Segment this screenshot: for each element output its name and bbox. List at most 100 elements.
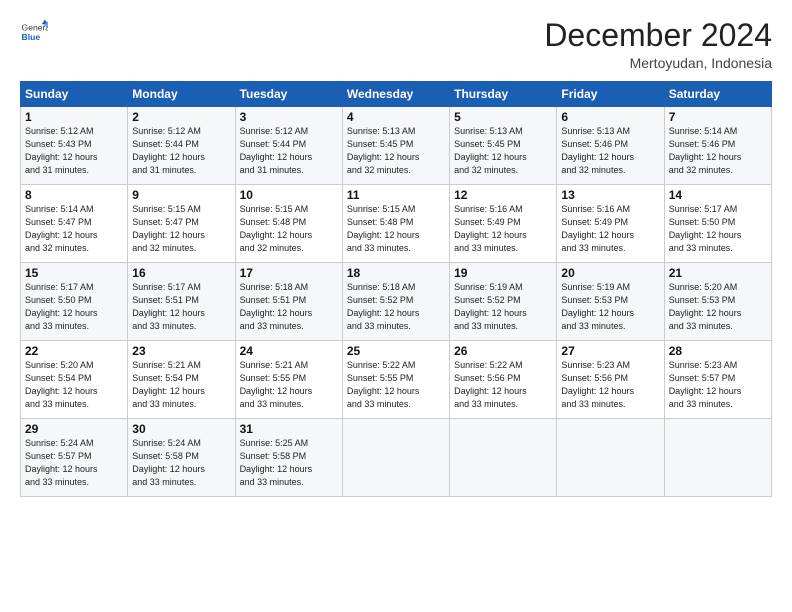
- day-cell: 24Sunrise: 5:21 AMSunset: 5:55 PMDayligh…: [235, 341, 342, 419]
- day-number: 23: [132, 344, 230, 358]
- day-info: Sunrise: 5:14 AMSunset: 5:46 PMDaylight:…: [669, 125, 767, 177]
- day-number: 28: [669, 344, 767, 358]
- day-cell: 23Sunrise: 5:21 AMSunset: 5:54 PMDayligh…: [128, 341, 235, 419]
- day-info: Sunrise: 5:13 AMSunset: 5:46 PMDaylight:…: [561, 125, 659, 177]
- calendar-table: SundayMondayTuesdayWednesdayThursdayFrid…: [20, 81, 772, 497]
- day-info: Sunrise: 5:14 AMSunset: 5:47 PMDaylight:…: [25, 203, 123, 255]
- day-number: 29: [25, 422, 123, 436]
- day-number: 31: [240, 422, 338, 436]
- day-cell: 11Sunrise: 5:15 AMSunset: 5:48 PMDayligh…: [342, 185, 449, 263]
- day-number: 17: [240, 266, 338, 280]
- day-info: Sunrise: 5:18 AMSunset: 5:51 PMDaylight:…: [240, 281, 338, 333]
- col-header-thursday: Thursday: [450, 82, 557, 107]
- day-info: Sunrise: 5:15 AMSunset: 5:47 PMDaylight:…: [132, 203, 230, 255]
- day-info: Sunrise: 5:20 AMSunset: 5:54 PMDaylight:…: [25, 359, 123, 411]
- day-number: 15: [25, 266, 123, 280]
- day-cell: 21Sunrise: 5:20 AMSunset: 5:53 PMDayligh…: [664, 263, 771, 341]
- day-cell: 20Sunrise: 5:19 AMSunset: 5:53 PMDayligh…: [557, 263, 664, 341]
- day-info: Sunrise: 5:16 AMSunset: 5:49 PMDaylight:…: [561, 203, 659, 255]
- week-row-1: 1Sunrise: 5:12 AMSunset: 5:43 PMDaylight…: [21, 107, 772, 185]
- week-row-4: 22Sunrise: 5:20 AMSunset: 5:54 PMDayligh…: [21, 341, 772, 419]
- day-info: Sunrise: 5:13 AMSunset: 5:45 PMDaylight:…: [454, 125, 552, 177]
- day-cell: [342, 419, 449, 497]
- day-cell: 15Sunrise: 5:17 AMSunset: 5:50 PMDayligh…: [21, 263, 128, 341]
- day-number: 5: [454, 110, 552, 124]
- col-header-friday: Friday: [557, 82, 664, 107]
- logo-icon: General Blue: [20, 18, 48, 46]
- week-row-3: 15Sunrise: 5:17 AMSunset: 5:50 PMDayligh…: [21, 263, 772, 341]
- day-info: Sunrise: 5:16 AMSunset: 5:49 PMDaylight:…: [454, 203, 552, 255]
- day-cell: 2Sunrise: 5:12 AMSunset: 5:44 PMDaylight…: [128, 107, 235, 185]
- week-row-5: 29Sunrise: 5:24 AMSunset: 5:57 PMDayligh…: [21, 419, 772, 497]
- day-cell: 25Sunrise: 5:22 AMSunset: 5:55 PMDayligh…: [342, 341, 449, 419]
- day-info: Sunrise: 5:23 AMSunset: 5:57 PMDaylight:…: [669, 359, 767, 411]
- day-cell: 19Sunrise: 5:19 AMSunset: 5:52 PMDayligh…: [450, 263, 557, 341]
- day-cell: 12Sunrise: 5:16 AMSunset: 5:49 PMDayligh…: [450, 185, 557, 263]
- day-info: Sunrise: 5:13 AMSunset: 5:45 PMDaylight:…: [347, 125, 445, 177]
- col-header-wednesday: Wednesday: [342, 82, 449, 107]
- day-number: 2: [132, 110, 230, 124]
- day-cell: 3Sunrise: 5:12 AMSunset: 5:44 PMDaylight…: [235, 107, 342, 185]
- day-number: 11: [347, 188, 445, 202]
- day-info: Sunrise: 5:23 AMSunset: 5:56 PMDaylight:…: [561, 359, 659, 411]
- day-info: Sunrise: 5:17 AMSunset: 5:51 PMDaylight:…: [132, 281, 230, 333]
- day-cell: 22Sunrise: 5:20 AMSunset: 5:54 PMDayligh…: [21, 341, 128, 419]
- day-info: Sunrise: 5:20 AMSunset: 5:53 PMDaylight:…: [669, 281, 767, 333]
- day-cell: 27Sunrise: 5:23 AMSunset: 5:56 PMDayligh…: [557, 341, 664, 419]
- day-number: 12: [454, 188, 552, 202]
- svg-text:Blue: Blue: [22, 32, 41, 42]
- day-number: 25: [347, 344, 445, 358]
- day-info: Sunrise: 5:15 AMSunset: 5:48 PMDaylight:…: [240, 203, 338, 255]
- day-number: 27: [561, 344, 659, 358]
- day-number: 26: [454, 344, 552, 358]
- day-info: Sunrise: 5:17 AMSunset: 5:50 PMDaylight:…: [669, 203, 767, 255]
- day-cell: [557, 419, 664, 497]
- day-number: 14: [669, 188, 767, 202]
- day-info: Sunrise: 5:22 AMSunset: 5:56 PMDaylight:…: [454, 359, 552, 411]
- day-cell: 1Sunrise: 5:12 AMSunset: 5:43 PMDaylight…: [21, 107, 128, 185]
- header: General Blue December 2024 Mertoyudan, I…: [20, 18, 772, 71]
- day-number: 4: [347, 110, 445, 124]
- day-cell: 14Sunrise: 5:17 AMSunset: 5:50 PMDayligh…: [664, 185, 771, 263]
- day-info: Sunrise: 5:24 AMSunset: 5:57 PMDaylight:…: [25, 437, 123, 489]
- day-info: Sunrise: 5:21 AMSunset: 5:54 PMDaylight:…: [132, 359, 230, 411]
- day-cell: 7Sunrise: 5:14 AMSunset: 5:46 PMDaylight…: [664, 107, 771, 185]
- day-cell: 6Sunrise: 5:13 AMSunset: 5:46 PMDaylight…: [557, 107, 664, 185]
- day-info: Sunrise: 5:22 AMSunset: 5:55 PMDaylight:…: [347, 359, 445, 411]
- logo: General Blue: [20, 18, 48, 46]
- col-header-monday: Monday: [128, 82, 235, 107]
- day-cell: 16Sunrise: 5:17 AMSunset: 5:51 PMDayligh…: [128, 263, 235, 341]
- col-header-saturday: Saturday: [664, 82, 771, 107]
- day-cell: 30Sunrise: 5:24 AMSunset: 5:58 PMDayligh…: [128, 419, 235, 497]
- title-block: December 2024 Mertoyudan, Indonesia: [544, 18, 772, 71]
- day-number: 20: [561, 266, 659, 280]
- day-cell: 13Sunrise: 5:16 AMSunset: 5:49 PMDayligh…: [557, 185, 664, 263]
- day-number: 7: [669, 110, 767, 124]
- day-cell: 28Sunrise: 5:23 AMSunset: 5:57 PMDayligh…: [664, 341, 771, 419]
- day-cell: 17Sunrise: 5:18 AMSunset: 5:51 PMDayligh…: [235, 263, 342, 341]
- day-cell: [450, 419, 557, 497]
- day-cell: 31Sunrise: 5:25 AMSunset: 5:58 PMDayligh…: [235, 419, 342, 497]
- day-number: 6: [561, 110, 659, 124]
- day-cell: 4Sunrise: 5:13 AMSunset: 5:45 PMDaylight…: [342, 107, 449, 185]
- day-number: 24: [240, 344, 338, 358]
- day-number: 8: [25, 188, 123, 202]
- day-info: Sunrise: 5:21 AMSunset: 5:55 PMDaylight:…: [240, 359, 338, 411]
- day-info: Sunrise: 5:24 AMSunset: 5:58 PMDaylight:…: [132, 437, 230, 489]
- page: General Blue December 2024 Mertoyudan, I…: [0, 0, 792, 612]
- day-cell: 18Sunrise: 5:18 AMSunset: 5:52 PMDayligh…: [342, 263, 449, 341]
- col-header-sunday: Sunday: [21, 82, 128, 107]
- day-info: Sunrise: 5:12 AMSunset: 5:44 PMDaylight:…: [240, 125, 338, 177]
- day-number: 9: [132, 188, 230, 202]
- day-number: 10: [240, 188, 338, 202]
- day-cell: 29Sunrise: 5:24 AMSunset: 5:57 PMDayligh…: [21, 419, 128, 497]
- day-cell: 10Sunrise: 5:15 AMSunset: 5:48 PMDayligh…: [235, 185, 342, 263]
- day-info: Sunrise: 5:15 AMSunset: 5:48 PMDaylight:…: [347, 203, 445, 255]
- day-number: 18: [347, 266, 445, 280]
- day-info: Sunrise: 5:12 AMSunset: 5:43 PMDaylight:…: [25, 125, 123, 177]
- day-info: Sunrise: 5:19 AMSunset: 5:53 PMDaylight:…: [561, 281, 659, 333]
- day-number: 22: [25, 344, 123, 358]
- day-cell: 5Sunrise: 5:13 AMSunset: 5:45 PMDaylight…: [450, 107, 557, 185]
- header-row: SundayMondayTuesdayWednesdayThursdayFrid…: [21, 82, 772, 107]
- day-number: 13: [561, 188, 659, 202]
